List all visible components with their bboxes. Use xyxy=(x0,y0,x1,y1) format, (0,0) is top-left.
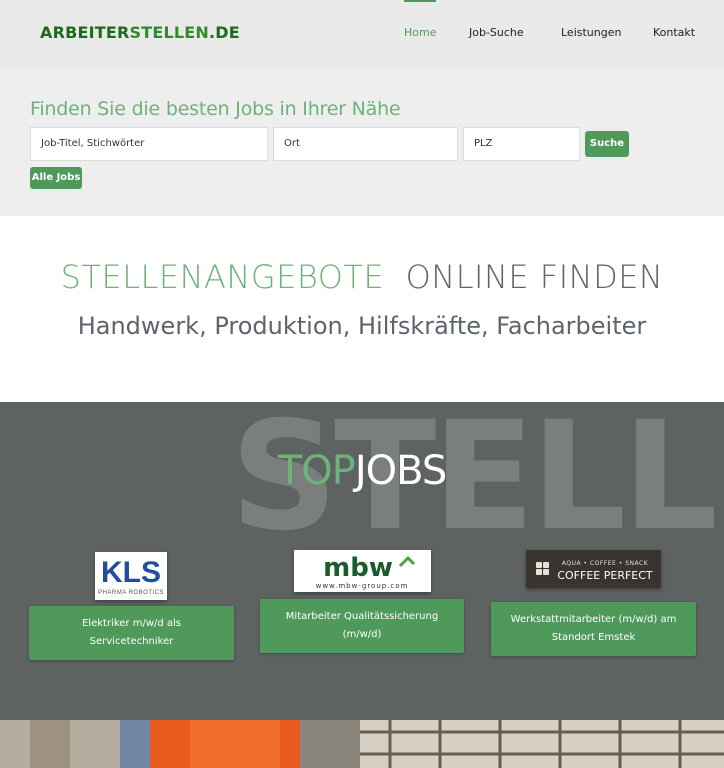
coffee-perfect-logo-graphic: AQUA • COFFEE • SNACK COFFEE PERFECT xyxy=(526,550,661,588)
coffee-perfect-subtext: AQUA • COFFEE • SNACK xyxy=(562,560,649,567)
kls-logo-text: KLS xyxy=(101,556,161,589)
nav-kontakt[interactable]: Kontakt xyxy=(653,26,695,39)
slogan-subline: Handwerk, Produktion, Hilfskräfte, Facha… xyxy=(77,312,647,340)
coffee-perfect-logo[interactable]: AQUA • COFFEE • SNACK COFFEE PERFECT xyxy=(526,550,661,588)
search-heading: Finden Sie die besten Jobs in Ihrer Nähe xyxy=(30,98,401,120)
job-card-werkstatt[interactable]: Werkstattmitarbeiter (m/w/d) am Standort… xyxy=(491,602,696,656)
mbw-logo-graphic: mbw www.mbw-group.com xyxy=(294,550,431,592)
coffee-perfect-text: COFFEE PERFECT xyxy=(557,569,653,582)
job-card-qualitaetssicherung[interactable]: Mitarbeiter Qualitätssicherung (m/w/d) xyxy=(260,599,464,653)
mbw-logo-subtext: www.mbw-group.com xyxy=(316,582,409,590)
logo-part-domain: .DE xyxy=(209,23,240,42)
logo-part-stellen: STELLEN xyxy=(129,23,210,42)
keywords-input[interactable]: Job-Titel, Stichwörter xyxy=(30,127,268,161)
location-input[interactable]: Ort xyxy=(273,127,458,161)
job-card-title: Werkstattmitarbeiter (m/w/d) am Standort… xyxy=(510,614,677,643)
job-card-title: Mitarbeiter Qualitätssicherung (m/w/d) xyxy=(285,611,439,640)
top-jobs-title-white: JOBS xyxy=(354,448,447,494)
search-button[interactable]: Suche xyxy=(585,131,629,157)
top-jobs-section: STELL TOPJOBS KLS PHARMA ROBOTICS mbw ww… xyxy=(0,402,724,720)
mbw-logo[interactable]: mbw www.mbw-group.com xyxy=(294,550,431,592)
top-jobs-title-green: TOP xyxy=(277,448,356,494)
site-logo[interactable]: ARBEITERSTELLEN.DE xyxy=(40,23,240,42)
zip-input[interactable]: PLZ xyxy=(463,127,580,161)
kls-logo-graphic: KLS PHARMA ROBOTICS xyxy=(95,552,167,600)
site-header: ARBEITERSTELLEN.DE Home Job-Suche Leistu… xyxy=(0,0,724,67)
nav-active-indicator xyxy=(404,0,436,2)
nav-leistungen[interactable]: Leistungen xyxy=(561,26,621,39)
slogan-headline-dark: ONLINE FINDEN xyxy=(405,258,664,296)
slogan-section: STELLENANGEBOTE ONLINE FINDEN Handwerk, … xyxy=(0,216,724,402)
slogan-headline: STELLENANGEBOTE ONLINE FINDEN xyxy=(0,258,724,296)
worker-hero-photo xyxy=(0,720,724,768)
slogan-headline-green: STELLENANGEBOTE xyxy=(60,258,385,296)
top-jobs-title: TOPJOBS xyxy=(0,448,724,494)
job-card-title: Elektriker m/w/d als Servicetechniker xyxy=(81,618,182,647)
mbw-logo-text: mbw xyxy=(323,553,393,583)
worker-photo-graphic xyxy=(0,720,724,768)
job-search-section: Finden Sie die besten Jobs in Ihrer Nähe… xyxy=(0,67,724,216)
nav-home[interactable]: Home xyxy=(404,26,436,39)
all-jobs-button[interactable]: Alle Jobs xyxy=(30,167,82,189)
kls-logo[interactable]: KLS PHARMA ROBOTICS xyxy=(95,552,167,600)
logo-part-arbeiter: ARBEITER xyxy=(40,23,130,42)
nav-job-suche[interactable]: Job-Suche xyxy=(469,26,524,39)
job-card-elektriker[interactable]: Elektriker m/w/d als Servicetechniker xyxy=(29,606,234,660)
kls-logo-subtext: PHARMA ROBOTICS xyxy=(98,590,164,596)
